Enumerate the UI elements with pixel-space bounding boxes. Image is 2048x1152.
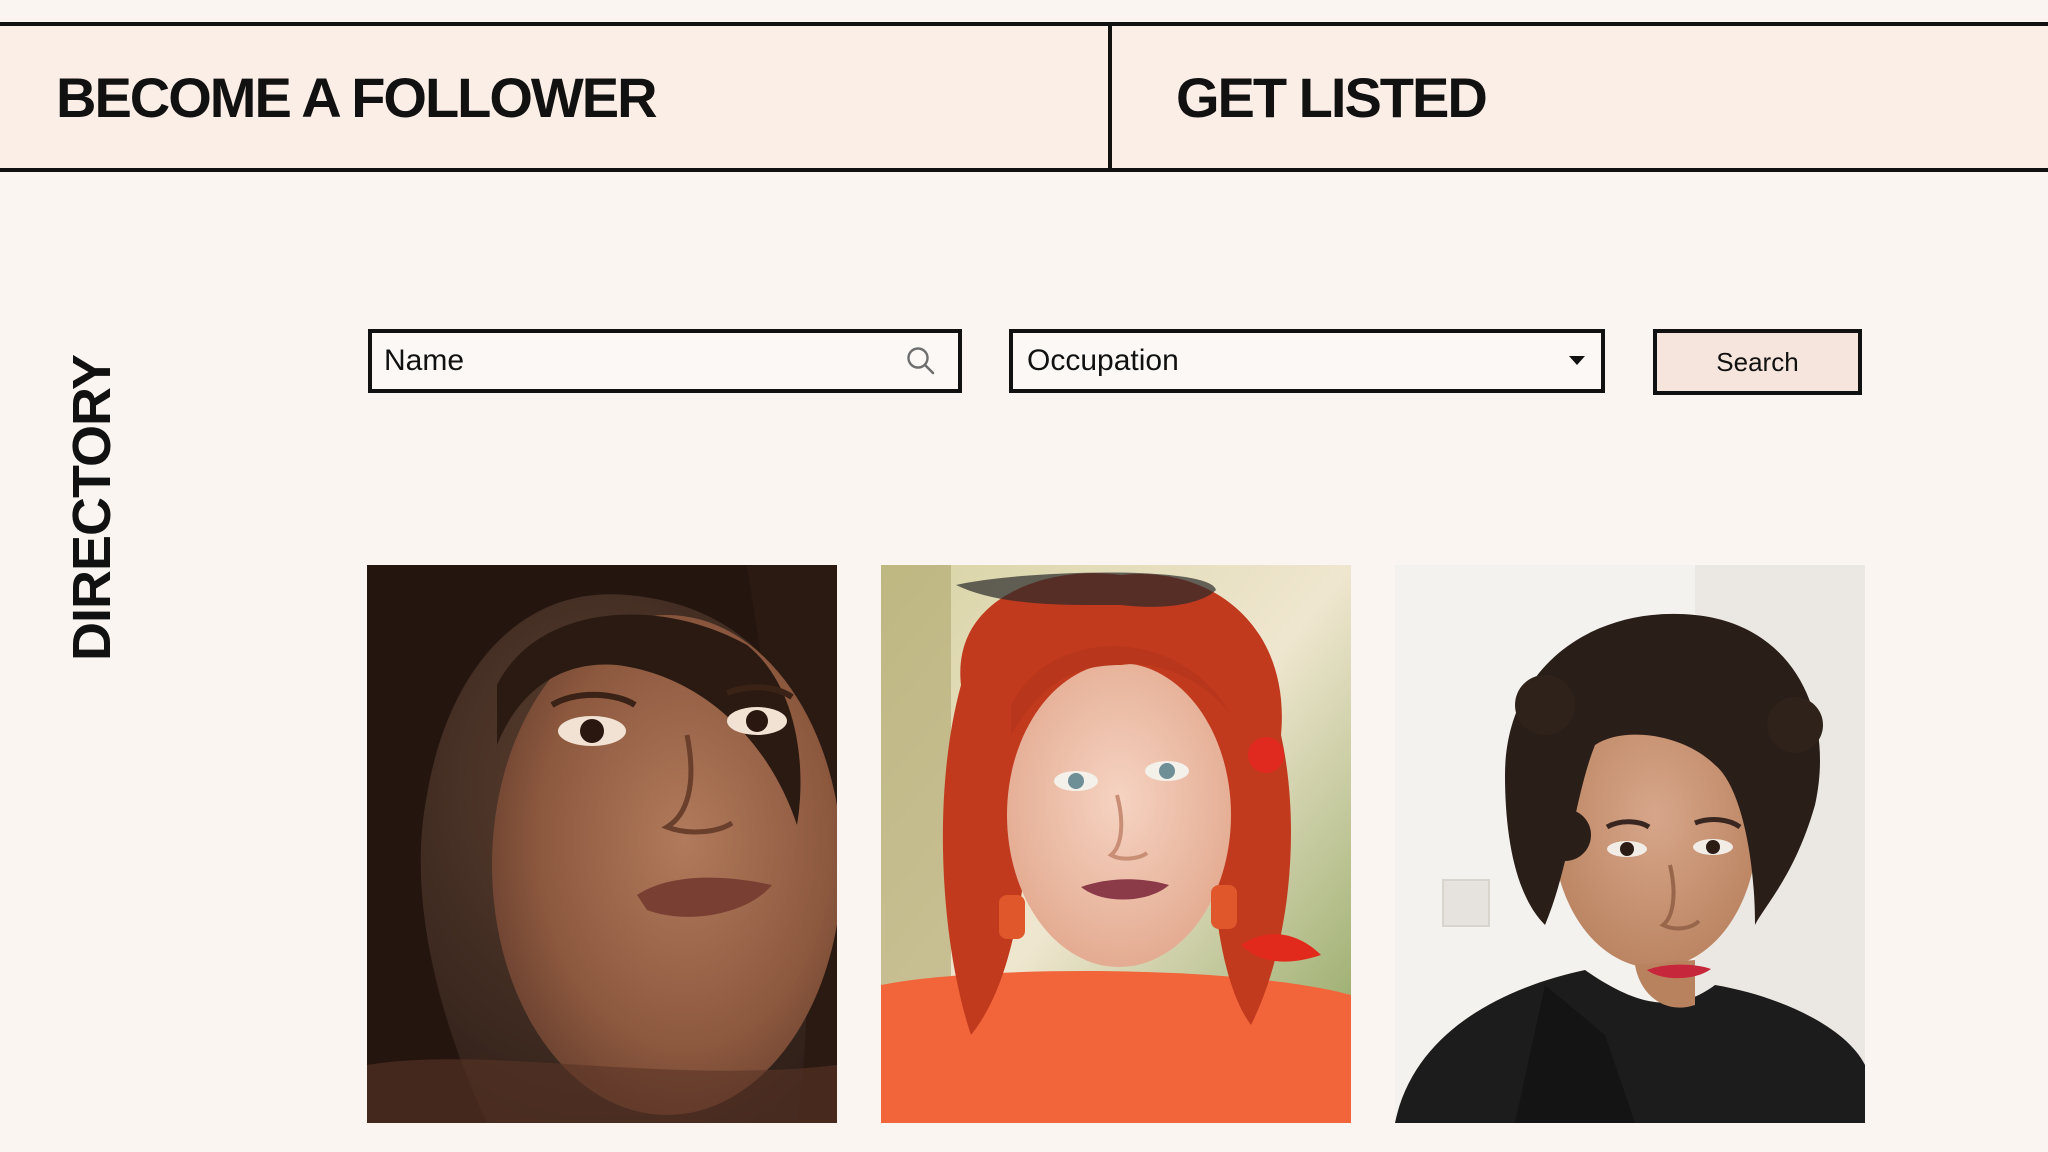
get-listed-label: GET LISTED [1176, 65, 1488, 129]
search-icon[interactable] [904, 344, 938, 378]
become-follower-link[interactable]: BECOME A FOLLOWER [0, 26, 1112, 168]
chevron-down-icon [1569, 356, 1585, 365]
directory-heading-text: DIRECTORY [62, 354, 122, 662]
name-input[interactable] [372, 333, 904, 389]
directory-heading: DIRECTORY [52, 343, 132, 673]
portrait-photo [881, 565, 1351, 1123]
portrait-photo [1395, 565, 1865, 1123]
get-listed-link[interactable]: GET LISTED [1112, 26, 2048, 168]
become-follower-label: BECOME A FOLLOWER [56, 65, 658, 129]
profile-card[interactable] [367, 565, 837, 1123]
directory-page: BECOME A FOLLOWER GET LISTED DIRECTORY O… [0, 0, 2048, 1152]
profile-card[interactable] [1395, 565, 1865, 1123]
occupation-dropdown[interactable]: Occupation [1009, 329, 1605, 393]
occupation-selected-value: Occupation [1027, 344, 1179, 377]
profile-card[interactable] [881, 565, 1351, 1123]
search-button[interactable]: Search [1653, 329, 1862, 395]
name-search-field[interactable] [368, 329, 962, 393]
top-navigation: BECOME A FOLLOWER GET LISTED [0, 22, 2048, 172]
portrait-photo [367, 565, 837, 1123]
